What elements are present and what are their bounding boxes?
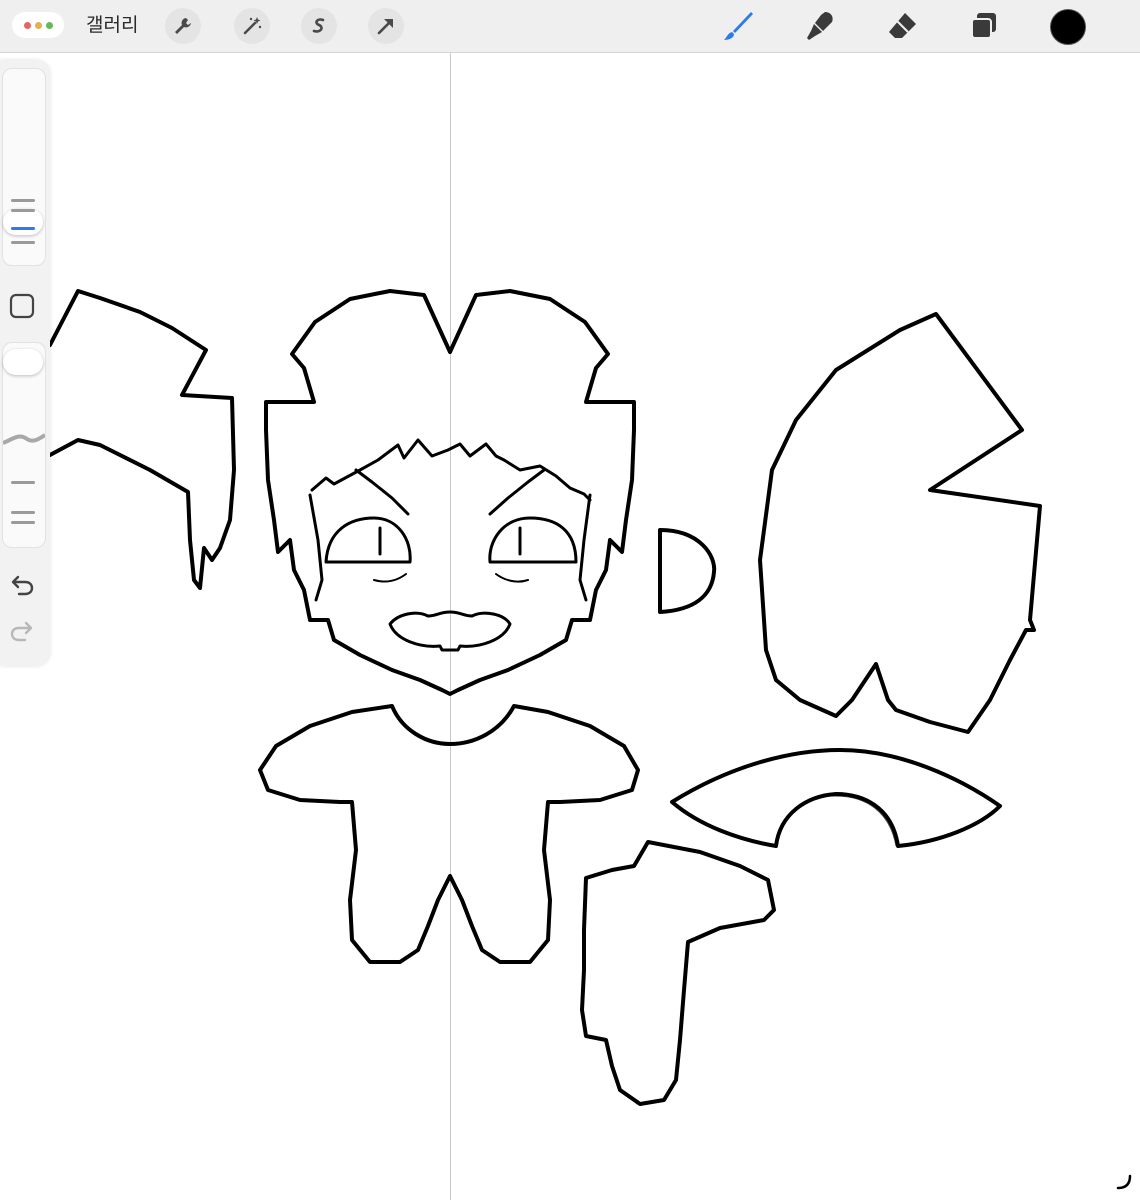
size-line-c: [11, 241, 35, 244]
redo-button[interactable]: [4, 614, 40, 650]
right-eye: [488, 516, 578, 564]
back-hair-piece: [758, 312, 1042, 734]
right-brow: [488, 468, 546, 516]
left-sidebar: [0, 60, 50, 666]
opacity-wave-icon: [3, 433, 45, 445]
right-cheek-line: [578, 493, 592, 602]
size-line-active: [11, 227, 35, 230]
opacity-line-a: [11, 481, 35, 484]
arm-piece: [580, 840, 776, 1106]
hair-fringe-line: [310, 438, 592, 502]
modify-button[interactable]: [4, 288, 40, 324]
opacity-line-b: [11, 511, 35, 514]
left-hair-piece: [48, 289, 236, 590]
hat-brim-piece: [670, 748, 1002, 848]
brush-size-slider[interactable]: [2, 68, 46, 266]
redo-icon: [10, 621, 33, 642]
left-brow: [354, 468, 410, 516]
resize-corner-icon: [1116, 1174, 1132, 1190]
left-cheek-line: [308, 493, 324, 602]
opacity-line-c: [11, 521, 35, 524]
left-eye: [324, 516, 412, 564]
right-eye-bag: [495, 573, 529, 583]
left-eye-bag: [373, 573, 407, 583]
brush-size-knob[interactable]: [3, 209, 43, 235]
opacity-slider[interactable]: [2, 342, 46, 548]
ear-piece: [658, 528, 717, 614]
size-line-a: [11, 199, 35, 202]
size-line-b: [11, 209, 35, 212]
hat-brim-sketch-line: [775, 795, 897, 847]
undo-icon: [11, 575, 34, 596]
opacity-knob[interactable]: [3, 349, 43, 375]
mustache-mouth: [388, 610, 512, 652]
artwork-layer: [48, 289, 1042, 1106]
modify-square-icon: [9, 293, 35, 319]
body-piece: [258, 704, 640, 964]
undo-button[interactable]: [4, 568, 40, 604]
